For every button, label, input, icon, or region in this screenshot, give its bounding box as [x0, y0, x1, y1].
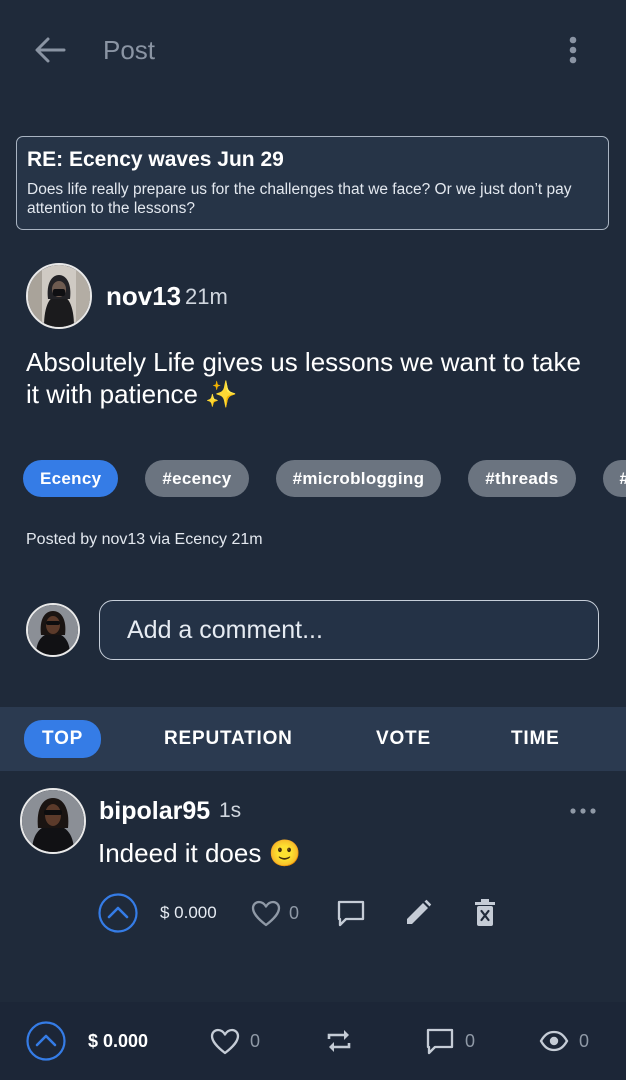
parent-post-excerpt: Does life really prepare us for the chal… — [27, 181, 572, 217]
post-action-bar: $ 0.000 0 0 0 — [0, 1002, 626, 1080]
post-views[interactable]: 0 — [539, 1020, 589, 1062]
post-payout[interactable]: $ 0.000 — [88, 1020, 148, 1062]
post-author[interactable]: nov13 — [106, 281, 181, 312]
comment-upvote-button[interactable] — [98, 893, 138, 933]
current-user-avatar — [26, 603, 80, 657]
upvote-icon — [26, 1021, 66, 1061]
eye-icon — [539, 1030, 569, 1052]
page-title: Post — [103, 35, 156, 65]
trash-icon — [475, 899, 495, 926]
post-like-button[interactable]: 0 — [210, 1020, 260, 1062]
comment-actions: $ 0.000 0 — [98, 893, 518, 933]
post-like-count: 0 — [250, 1030, 261, 1051]
post-view-count: 0 — [579, 1030, 590, 1051]
tag-community[interactable]: Ecency — [23, 460, 119, 497]
tag-ecency[interactable]: #ecency — [145, 460, 249, 497]
comment-sort-bar: TOP REPUTATION VOTE TIME — [0, 707, 626, 771]
posted-by-text: Posted by nov13 via Ecency 21m — [26, 531, 263, 548]
comment-edit-button[interactable] — [404, 893, 432, 933]
heart-icon — [251, 900, 281, 926]
parent-post-card[interactable]: RE: Ecency waves Jun 29 Does life really… — [16, 136, 609, 230]
tag-microblogging[interactable]: #microblogging — [275, 460, 442, 497]
app-header: Post — [0, 0, 626, 100]
pencil-icon — [407, 899, 432, 924]
comment-input[interactable] — [99, 600, 599, 660]
arrow-left-icon — [35, 37, 66, 63]
sort-tab-vote[interactable]: VOTE — [376, 707, 431, 771]
comment-reply-button[interactable] — [336, 893, 366, 933]
comment-author-avatar[interactable] — [20, 788, 86, 854]
heart-icon — [210, 1028, 240, 1054]
comment-more-button[interactable] — [568, 800, 598, 822]
comment-time: 1s — [219, 799, 242, 822]
avatar-image — [28, 265, 90, 327]
tag-threads[interactable]: #threads — [468, 460, 576, 497]
more-vertical-icon — [569, 36, 577, 64]
post-upvote-button[interactable] — [26, 1020, 66, 1062]
sort-tab-time[interactable]: TIME — [511, 707, 560, 771]
post-reblog-button[interactable] — [325, 1020, 353, 1062]
more-options-button[interactable] — [556, 30, 590, 70]
sort-tab-reputation[interactable]: REPUTATION — [164, 707, 293, 771]
sort-tab-top[interactable]: TOP — [24, 707, 102, 771]
more-horizontal-icon — [570, 808, 596, 814]
post-comment-button[interactable]: 0 — [425, 1020, 475, 1062]
comment-author[interactable]: bipolar95 — [99, 797, 210, 826]
back-button[interactable] — [28, 28, 72, 72]
repost-icon — [327, 1030, 351, 1052]
upvote-icon — [98, 893, 138, 933]
comment-delete-button[interactable] — [474, 893, 496, 933]
avatar-image — [22, 790, 84, 852]
tag-overflow[interactable]: # — [602, 460, 626, 497]
reply-icon — [337, 900, 365, 927]
comment-icon — [426, 1028, 454, 1055]
post-comment-count: 0 — [465, 1030, 476, 1051]
avatar-image — [28, 605, 78, 655]
parent-post-title: RE: Ecency waves Jun 29 — [27, 148, 284, 171]
post-body: Absolutely Life gives us lessons we want… — [26, 347, 581, 409]
tag-list: Ecency #ecency #microblogging #threads # — [23, 460, 626, 497]
comment-body: Indeed it does 🙂 — [98, 838, 301, 868]
post-time: 21m — [185, 284, 228, 309]
author-avatar[interactable] — [26, 263, 92, 329]
comment-payout[interactable]: $ 0.000 — [160, 893, 217, 933]
comment-like-count: 0 — [289, 902, 300, 923]
comment-like-button[interactable]: 0 — [251, 893, 299, 933]
